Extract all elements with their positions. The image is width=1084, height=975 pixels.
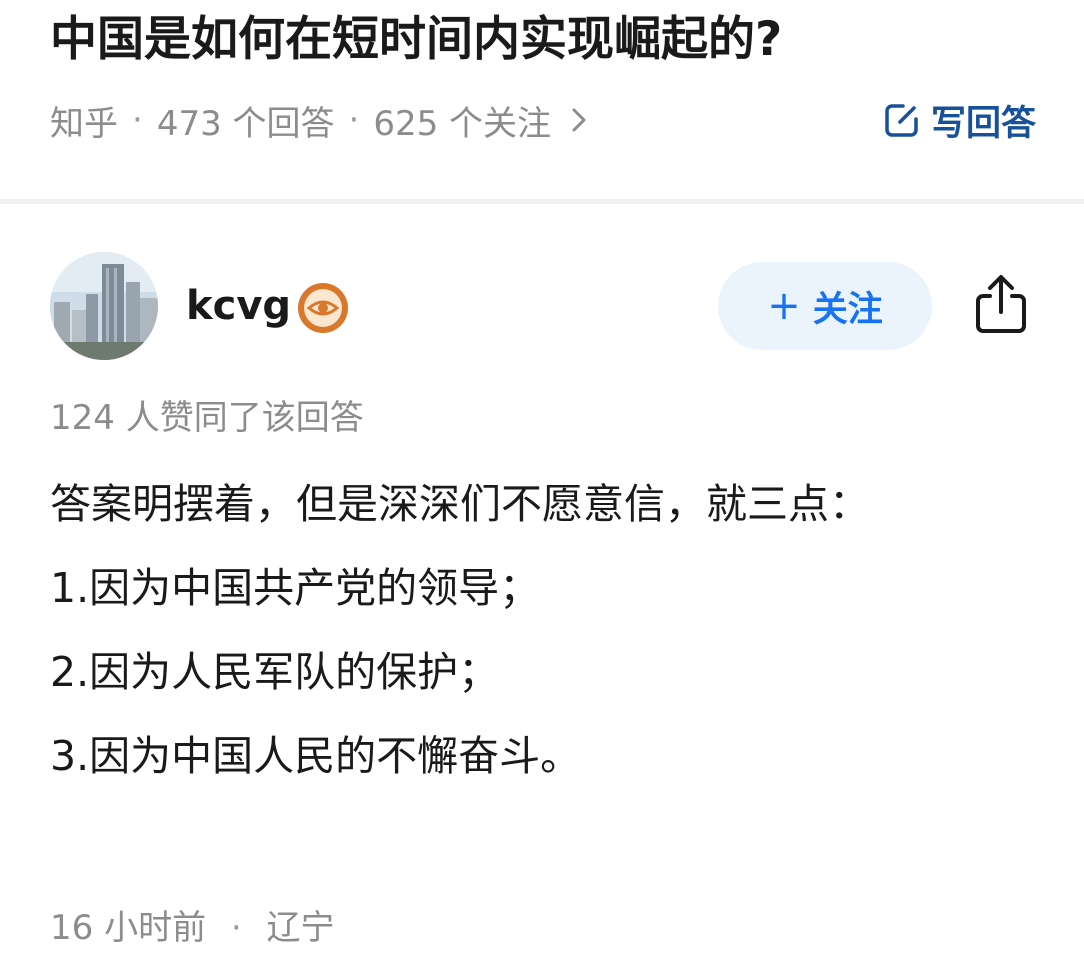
answer-location: 辽宁 bbox=[266, 908, 335, 948]
question-title[interactable]: 中国是如何在短时间内实现崛起的? bbox=[50, 4, 782, 76]
answer-paragraph: 3.因为中国人民的不懈奋斗。 bbox=[50, 732, 582, 780]
eye-badge-icon[interactable] bbox=[296, 281, 350, 335]
section-divider bbox=[0, 199, 1084, 204]
answer-page: 中国是如何在短时间内实现崛起的? 知乎 · 473 个回答 · 625 个关注 … bbox=[0, 0, 1084, 975]
question-meta[interactable]: 知乎 · 473 个回答 · 625 个关注 bbox=[50, 92, 587, 148]
write-answer-button[interactable]: 写回答 bbox=[883, 92, 1036, 148]
meta-separator: · bbox=[132, 100, 143, 140]
vote-count: 124 人赞同了该回答 bbox=[50, 398, 364, 438]
share-icon[interactable] bbox=[970, 272, 1032, 336]
meta-separator: · bbox=[230, 908, 242, 948]
answer-footer: 16 小时前 · 辽宁 bbox=[50, 902, 335, 954]
follower-count: 625 个关注 bbox=[373, 103, 552, 144]
answer-time: 16 小时前 bbox=[50, 908, 207, 948]
answer-content[interactable]: 答案明摆着，但是深深们不愿意信，就三点： 1.因为中国共产党的领导； 2.因为人… bbox=[50, 468, 990, 804]
answer-count: 473 个回答 bbox=[156, 103, 335, 144]
avatar[interactable] bbox=[50, 252, 158, 360]
answer-paragraph: 1.因为中国共产党的领导； bbox=[50, 564, 541, 612]
follow-button[interactable]: + 关注 bbox=[718, 262, 932, 350]
source-label: 知乎 bbox=[50, 103, 118, 144]
answer-paragraph: 答案明摆着，但是深深们不愿意信，就三点： bbox=[50, 480, 870, 528]
chevron-right-icon bbox=[571, 106, 587, 134]
plus-icon: + bbox=[767, 283, 801, 329]
write-answer-label: 写回答 bbox=[930, 103, 1036, 144]
meta-separator: · bbox=[348, 100, 360, 140]
follow-label: 关注 bbox=[812, 289, 883, 330]
answer-paragraph: 2.因为人民军队的保护； bbox=[50, 648, 500, 696]
edit-icon bbox=[883, 101, 921, 139]
author-name[interactable]: kcvg bbox=[186, 278, 291, 334]
